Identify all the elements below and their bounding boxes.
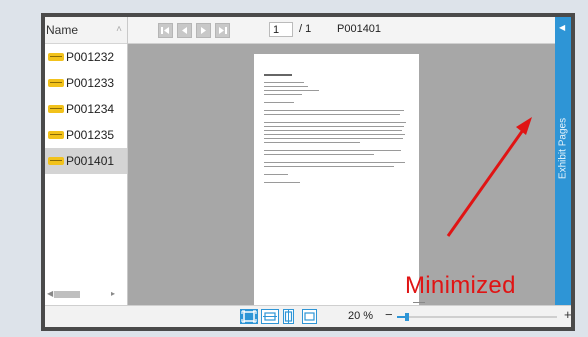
zoom-out-button[interactable]: −: [385, 307, 393, 322]
list-item[interactable]: P001232: [45, 44, 127, 70]
list-item[interactable]: P001234: [45, 96, 127, 122]
fit-page-icon[interactable]: [240, 309, 258, 324]
document-icon: [48, 105, 64, 113]
last-page-icon[interactable]: [215, 23, 230, 38]
viewer-toolbar: 1 / 1 P001401: [128, 17, 555, 44]
file-list-pane: Name ˄ P001232 P001233 P001234 P001235 P…: [45, 17, 128, 305]
document-icon: [48, 157, 64, 165]
current-page-input[interactable]: 1: [269, 22, 293, 37]
zoom-toolbar: 20 % − +: [45, 305, 571, 327]
file-list-header[interactable]: Name ˄: [45, 17, 127, 44]
zoom-slider[interactable]: [397, 313, 557, 321]
fit-width-icon[interactable]: [261, 309, 279, 324]
annotation-arrow: [446, 117, 532, 237]
document-icon: [48, 131, 64, 139]
scroll-right-icon[interactable]: ▸: [111, 289, 115, 298]
list-item-label: P001232: [66, 50, 115, 64]
list-item-selected[interactable]: P001401: [45, 148, 127, 174]
list-item-label: P001234: [66, 102, 115, 116]
document-id-label: P001401: [337, 23, 382, 35]
list-item-label: P001235: [66, 128, 115, 142]
list-item[interactable]: P001233: [45, 70, 127, 96]
document-viewer-window: Name ˄ P001232 P001233 P001234 P001235 P…: [45, 17, 571, 327]
expand-icon[interactable]: ◀: [559, 23, 565, 32]
list-item[interactable]: P001235: [45, 122, 127, 148]
list-item-label: P001233: [66, 76, 115, 90]
page-total: / 1: [299, 23, 312, 35]
scrollbar-thumb[interactable]: [54, 291, 80, 298]
next-page-icon[interactable]: [196, 23, 211, 38]
document-icon: [48, 53, 64, 61]
annotation-label: Minimized: [405, 272, 516, 299]
scroll-left-icon[interactable]: ◀: [47, 289, 53, 298]
zoom-slider-knob[interactable]: [405, 313, 409, 321]
exhibit-pages-tab[interactable]: ◀ Exhibit Pages: [555, 17, 571, 305]
document-canvas[interactable]: Minimized: [128, 44, 555, 305]
zoom-in-button[interactable]: +: [564, 307, 571, 322]
first-page-icon[interactable]: [158, 23, 173, 38]
previous-page-icon[interactable]: [177, 23, 192, 38]
exhibit-pages-label: Exhibit Pages: [557, 117, 569, 180]
name-column-header[interactable]: Name: [45, 23, 78, 37]
collapse-icon[interactable]: ˄: [116, 17, 122, 43]
zoom-level: 20 %: [348, 310, 374, 322]
document-viewer: 1 / 1 P001401 Minimized: [128, 17, 555, 305]
fit-height-icon[interactable]: [283, 309, 294, 324]
list-item-label: P001401: [66, 154, 115, 168]
horizontal-scrollbar[interactable]: ◀ ▸: [47, 289, 117, 299]
document-icon: [48, 79, 64, 87]
actual-size-icon[interactable]: [302, 309, 317, 324]
